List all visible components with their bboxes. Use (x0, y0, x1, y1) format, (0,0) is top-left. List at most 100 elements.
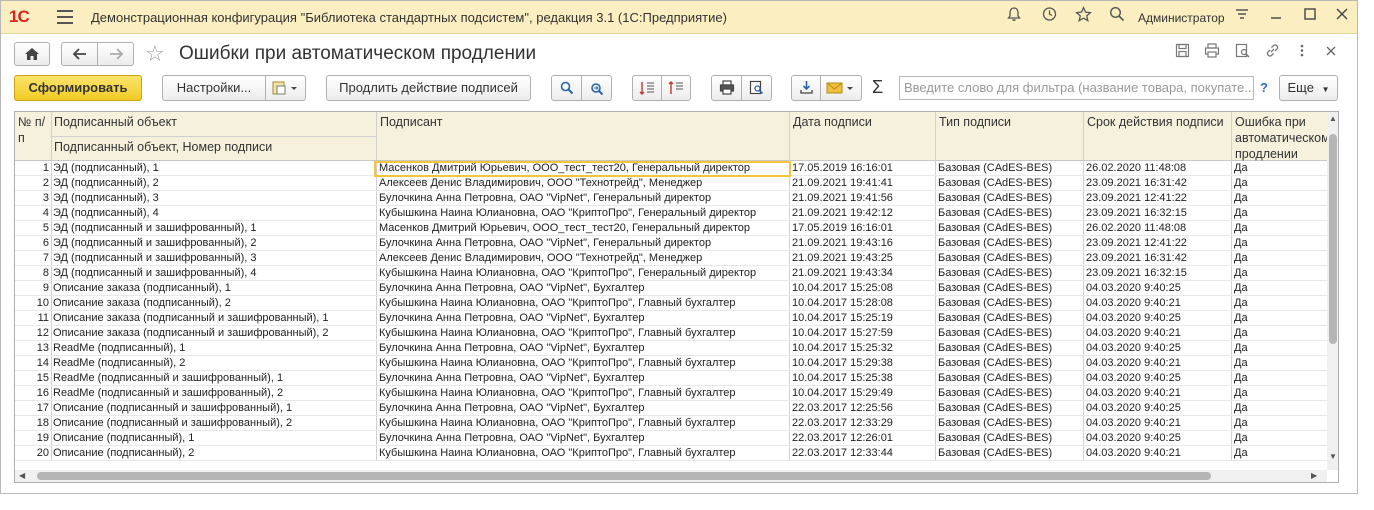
cell-date[interactable]: 22.03.2017 12:33:44 (792, 446, 934, 460)
sum-icon[interactable]: Σ (872, 77, 883, 98)
cell-type[interactable]: Базовая (CAdES-BES) (938, 356, 1082, 370)
sort-ascending-button[interactable] (632, 75, 662, 101)
col-num-header[interactable]: № п/п (15, 112, 51, 148)
close-form-icon[interactable] (1320, 43, 1342, 63)
table-row[interactable]: 6 ЭД (подписанный и зашифрованный), 2 Було… (15, 236, 1327, 251)
cell-signer[interactable]: Булочкина Анна Петровна, ОАО "VipNet", Г… (379, 236, 789, 250)
cell-expiry[interactable]: 23.09.2021 16:32:15 (1086, 266, 1230, 280)
cell-error[interactable]: Да (1234, 416, 1326, 430)
variants-dropdown[interactable] (265, 75, 306, 101)
cell-date[interactable]: 22.03.2017 12:33:29 (792, 416, 934, 430)
cell-signer[interactable]: Кубышкина Наина Юлиановна, ОАО "КриптоПр… (379, 296, 789, 310)
cell-signer[interactable]: Булочкина Анна Петровна, ОАО "VipNet", Б… (379, 341, 789, 355)
cell-type[interactable]: Базовая (CAdES-BES) (938, 176, 1082, 190)
cell-object[interactable]: ЭД (подписанный и зашифрованный), 1 (53, 221, 375, 235)
scroll-left-icon[interactable]: ◀ (19, 471, 25, 480)
cell-date[interactable]: 21.09.2021 19:42:12 (792, 206, 934, 220)
main-menu-icon[interactable] (57, 10, 73, 24)
forward-button[interactable] (97, 42, 134, 66)
col-type-header[interactable]: Тип подписи (936, 112, 1082, 132)
cell-num[interactable]: 20 (15, 446, 51, 460)
vertical-scrollbar[interactable]: ▲ ▼ (1327, 112, 1338, 470)
cell-error[interactable]: Да (1234, 356, 1326, 370)
table-row[interactable]: 7 ЭД (подписанный и зашифрованный), 3 Алек… (15, 251, 1327, 266)
table-row[interactable]: 11 Описание заказа (подписанный и зашифро… (15, 311, 1327, 326)
cell-date[interactable]: 17.05.2019 16:16:01 (792, 161, 934, 175)
cell-object[interactable]: ЭД (подписанный), 3 (53, 191, 375, 205)
table-row[interactable]: 3 ЭД (подписанный), 3 Булочкина Анна Петро… (15, 191, 1327, 206)
cell-error[interactable]: Да (1234, 401, 1326, 415)
col-object-header[interactable]: Подписанный объект (51, 112, 376, 132)
cell-type[interactable]: Базовая (CAdES-BES) (938, 386, 1082, 400)
print-button[interactable] (711, 75, 742, 101)
cell-type[interactable]: Базовая (CAdES-BES) (938, 221, 1082, 235)
cell-date[interactable]: 21.09.2021 19:43:25 (792, 251, 934, 265)
table-row[interactable]: 20 Описание (подписанный), 2 Кубышкина Наи… (15, 446, 1327, 461)
cell-date[interactable]: 21.09.2021 19:43:34 (792, 266, 934, 280)
cell-expiry[interactable]: 04.03.2020 9:40:21 (1086, 296, 1230, 310)
cell-num[interactable]: 15 (15, 371, 51, 385)
cell-signer[interactable]: Булочкина Анна Петровна, ОАО "VipNet", Б… (379, 401, 789, 415)
cell-signer[interactable]: Масенков Дмитрий Юрьевич, ООО_тест_тест2… (379, 221, 789, 235)
save-to-file-button[interactable] (791, 75, 821, 101)
scroll-up-icon[interactable]: ▲ (1329, 114, 1337, 123)
cell-error[interactable]: Да (1234, 281, 1326, 295)
table-row[interactable]: 4 ЭД (подписанный), 4 Кубышкина Наина Юлиа… (15, 206, 1327, 221)
errors-table[interactable]: № п/п Подписанный объект Подписанный объ… (14, 111, 1339, 483)
cell-type[interactable]: Базовая (CAdES-BES) (938, 251, 1082, 265)
cell-num[interactable]: 10 (15, 296, 51, 310)
close-window-icon[interactable] (1330, 6, 1354, 28)
cell-date[interactable]: 10.04.2017 15:28:08 (792, 296, 934, 310)
table-row[interactable]: 10 Описание заказа (подписанный), 2 Кубышк… (15, 296, 1327, 311)
cell-date[interactable]: 10.04.2017 15:29:49 (792, 386, 934, 400)
cell-num[interactable]: 19 (15, 431, 51, 445)
table-row[interactable]: 9 Описание заказа (подписанный), 1 Булочки… (15, 281, 1327, 296)
cell-object[interactable]: Описание заказа (подписанный и зашифрова… (53, 326, 375, 340)
cell-num[interactable]: 1 (15, 161, 51, 175)
cell-error[interactable]: Да (1234, 266, 1326, 280)
send-email-button[interactable] (820, 75, 862, 101)
user-menu-icon[interactable] (1230, 6, 1254, 28)
cell-num[interactable]: 9 (15, 281, 51, 295)
cell-object[interactable]: ЭД (подписанный), 4 (53, 206, 375, 220)
cell-object[interactable]: Описание заказа (подписанный), 1 (53, 281, 375, 295)
add-to-favorites-icon[interactable]: ☆ (145, 41, 165, 67)
cell-expiry[interactable]: 04.03.2020 9:40:21 (1086, 446, 1230, 460)
more-button[interactable]: Еще ▼ (1279, 75, 1338, 101)
favorites-star-icon[interactable] (1071, 6, 1095, 28)
history-icon[interactable] (1037, 6, 1061, 28)
cell-expiry[interactable]: 23.09.2021 16:31:42 (1086, 251, 1230, 265)
cell-signer[interactable]: Кубышкина Наина Юлиановна, ОАО "КриптоПр… (379, 266, 789, 280)
scroll-down-icon[interactable]: ▼ (1329, 452, 1337, 461)
back-button[interactable] (61, 42, 98, 66)
cell-expiry[interactable]: 04.03.2020 9:40:21 (1086, 326, 1230, 340)
cell-expiry[interactable]: 23.09.2021 12:41:22 (1086, 191, 1230, 205)
cell-date[interactable]: 17.05.2019 16:16:01 (792, 221, 934, 235)
table-row[interactable]: 15 ReadMe (подписанный и зашифрованный), … (15, 371, 1327, 386)
cell-expiry[interactable]: 04.03.2020 9:40:25 (1086, 281, 1230, 295)
cell-expiry[interactable]: 04.03.2020 9:40:25 (1086, 401, 1230, 415)
current-user[interactable]: Администратор (1138, 11, 1225, 25)
cell-num[interactable]: 17 (15, 401, 51, 415)
cell-object[interactable]: Описание заказа (подписанный и зашифрова… (53, 311, 375, 325)
cell-type[interactable]: Базовая (CAdES-BES) (938, 296, 1082, 310)
cell-num[interactable]: 6 (15, 236, 51, 250)
cell-type[interactable]: Базовая (CAdES-BES) (938, 191, 1082, 205)
cell-date[interactable]: 21.09.2021 19:41:56 (792, 191, 934, 205)
cell-error[interactable]: Да (1234, 161, 1326, 175)
table-row[interactable]: 17 Описание (подписанный и зашифрованный)… (15, 401, 1327, 416)
find-button[interactable] (551, 75, 582, 101)
cell-signer[interactable]: Кубышкина Наина Юлиановна, ОАО "КриптоПр… (379, 326, 789, 340)
generate-button[interactable]: Сформировать (14, 75, 142, 101)
home-button[interactable] (14, 42, 50, 66)
cell-object[interactable]: ЭД (подписанный и зашифрованный), 4 (53, 266, 375, 280)
cell-type[interactable]: Базовая (CAdES-BES) (938, 371, 1082, 385)
cell-object[interactable]: ReadMe (подписанный), 2 (53, 356, 375, 370)
table-row[interactable]: 12 Описание заказа (подписанный и зашифро… (15, 326, 1327, 341)
cell-expiry[interactable]: 04.03.2020 9:40:25 (1086, 341, 1230, 355)
cell-num[interactable]: 7 (15, 251, 51, 265)
cell-error[interactable]: Да (1234, 311, 1326, 325)
cell-expiry[interactable]: 23.09.2021 16:32:15 (1086, 206, 1230, 220)
link-icon[interactable] (1261, 43, 1283, 63)
table-row[interactable]: 19 Описание (подписанный), 1 Булочкина Анн… (15, 431, 1327, 446)
